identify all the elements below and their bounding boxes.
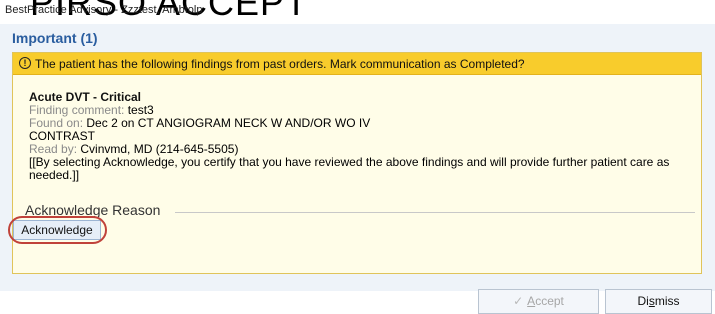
finding-comment-label: Finding comment: — [29, 103, 125, 117]
acknowledge-reason-header: Acknowledge Reason — [25, 202, 695, 220]
checkmark-icon: ✓ — [513, 294, 524, 308]
window-titlebar: PIRSO ACCEPT BestPractice Advisory - Zzz… — [0, 0, 715, 24]
accept-label: ccept — [535, 294, 564, 308]
alert-header: ! The patient has the following findings… — [13, 53, 701, 75]
advisory-panel: Important (1) ! The patient has the foll… — [0, 24, 715, 314]
section-heading: Important (1) — [12, 30, 98, 46]
finding-comment-value: test3 — [127, 103, 154, 117]
disclaimer-text: [[By selecting Acknowledge, you certify … — [29, 155, 670, 169]
acknowledge-reason-label: Acknowledge Reason — [25, 202, 169, 218]
divider — [175, 212, 695, 213]
dismiss-button[interactable]: Dismiss — [605, 289, 712, 314]
read-by-label: Read by: — [29, 142, 78, 156]
alert-message: The patient has the following findings f… — [35, 57, 525, 71]
found-on-row: Found on: Dec 2 on CT ANGIOGRAM NECK W A… — [29, 117, 694, 130]
accept-label-mnemonic: A — [527, 294, 536, 308]
info-circle-icon: ! — [19, 57, 31, 69]
advisory-box: ! The patient has the following findings… — [12, 52, 702, 274]
accept-button[interactable]: ✓ Accept — [478, 289, 599, 314]
found-on-label: Found on: — [29, 116, 84, 130]
dismiss-label-start: Di — [637, 294, 649, 308]
dismiss-label-end: miss — [654, 294, 680, 308]
acknowledge-button[interactable]: Acknowledge — [13, 220, 101, 240]
found-on-value: Dec 2 on CT ANGIOGRAM NECK W AND/OR WO I… — [86, 116, 371, 130]
window-title: BestPractice Advisory - Zzztest, Ambtolp — [5, 4, 203, 16]
read-by-value: Cvinvmd, MD (214-645-5505) — [80, 142, 239, 156]
disclaimer-text-continued: needed.]] — [29, 168, 80, 182]
finding-details: Acute DVT - Critical Finding comment: te… — [29, 91, 694, 182]
